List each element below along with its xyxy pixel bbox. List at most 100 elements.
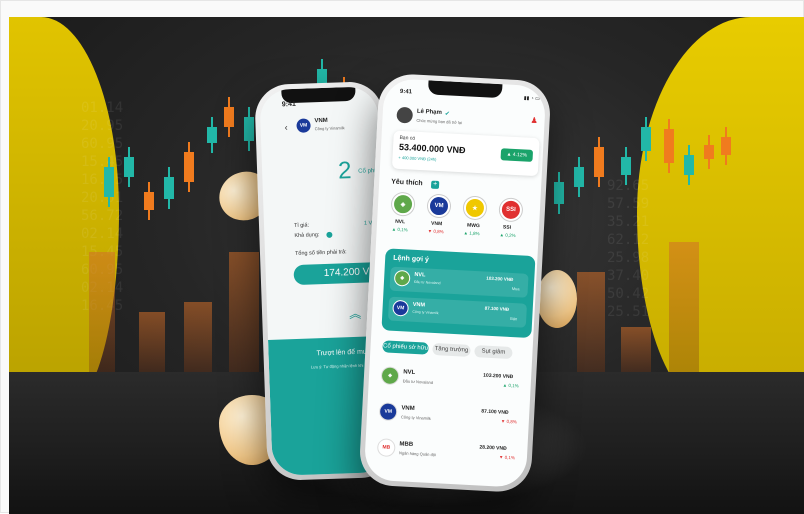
candle (594, 137, 604, 187)
candle (164, 167, 174, 209)
price-label: Tỉ giá: (293, 222, 310, 230)
quantity-value: 2 (337, 157, 352, 185)
favorites-title: Yêu thích (391, 178, 423, 188)
suggest-panel: Lệnh gợi ý ◈ NVL Đầu tư Novaland 103.200… (381, 248, 536, 339)
candle (574, 157, 584, 197)
greeting: Chúc mừng bạn đã trở lại (416, 117, 463, 126)
mbb-logo-icon: MB (376, 438, 396, 458)
holding-change: ▼ 0,8% (500, 418, 517, 425)
company-name: Công ty Vinamilk (314, 125, 345, 132)
background-bar (229, 252, 259, 372)
suggestion-row[interactable]: ◈ NVL Đầu tư Novaland 103.200 VNĐ Mua (389, 266, 529, 298)
holding-code: MBB (399, 441, 414, 449)
favorite-code: MWG (466, 222, 480, 230)
candle (621, 147, 631, 185)
background-bar (577, 272, 605, 372)
status-time: 9:41 (399, 88, 413, 96)
background-bar (621, 327, 651, 372)
balance-change: + 400.000 VNĐ (24h) (398, 154, 437, 162)
info-icon[interactable] (326, 231, 333, 238)
phone-notch (427, 80, 503, 99)
suggestion-row[interactable]: VM VNM Công ty Vinamilk 87.100 VNĐ Bán (387, 296, 528, 328)
favorite-code: NVL (394, 218, 406, 226)
tab-2[interactable]: Sụt giảm (474, 345, 513, 360)
tab-0[interactable]: Cổ phiếu sở hữu (382, 340, 429, 355)
holding-price: 28.200 VNĐ (479, 444, 507, 452)
holding-company: Đầu tư Novaland (402, 378, 434, 385)
vnm-logo-icon: VM (296, 118, 311, 133)
favorite-change: ▲ 0,1% (391, 226, 408, 233)
candle (144, 182, 154, 220)
vnm-logo-icon: VM (378, 402, 398, 422)
bell-icon[interactable]: ♟ (530, 116, 538, 125)
add-favorite-button[interactable]: + (430, 180, 440, 190)
nvl-logo-icon: ◈ (393, 269, 411, 287)
holding-row[interactable]: MB MBB Ngân hàng Quân đội 28.200 VNĐ ▼ 0… (374, 434, 525, 472)
holding-change: ▲ 0,1% (502, 382, 519, 389)
candle (721, 127, 731, 165)
available-label: Khả dụng: (294, 232, 320, 240)
candle (684, 145, 694, 185)
favorite-code: SSI (502, 224, 512, 231)
chevron-up-icon[interactable]: ︽ (349, 305, 362, 322)
holding-code: VNM (401, 405, 415, 413)
holding-company: Ngân hàng Quân đội (398, 450, 437, 458)
favorite-change: ▼ 0,8% (427, 228, 444, 235)
holding-price: 87.100 VNĐ (481, 408, 509, 416)
favorite-ssi-logo-icon[interactable]: SSI (499, 198, 523, 222)
holding-price: 103.200 VNĐ (483, 372, 514, 381)
balance-value: 53.400.000 VNĐ (398, 141, 466, 156)
user-name: Lê Phạm (416, 108, 443, 117)
suggestion-code: NVL (414, 271, 426, 279)
background-numbers-right: 92.65 57.59 35.21 62.12 25.98 37.40 50.42 25… (607, 178, 650, 320)
suggestion-code: VNM (412, 301, 426, 309)
holding-row[interactable]: VM VNM Công ty Vinamilk 87.100 VNĐ ▼ 0,8… (376, 398, 527, 436)
favorite-change: ▲ 0,2% (499, 232, 516, 239)
favorite-nvl-logo-icon[interactable]: ◈ (391, 192, 415, 216)
suggestion-company: Công ty Vinamilk (412, 309, 439, 316)
holding-row[interactable]: ◈ NVL Đầu tư Novaland 103.200 VNĐ ▲ 0,1% (378, 362, 529, 400)
back-chevron-icon[interactable]: ‹ (284, 122, 287, 132)
nvl-logo-icon: ◈ (380, 366, 400, 386)
swipe-text: Trượt lên để mu (316, 348, 367, 358)
holding-change: ▼ 0,1% (498, 454, 516, 461)
favorite-change: ▲ 1,8% (463, 230, 480, 237)
front-phone-screen: 9:41 ▮▮ ◔ ▭ Lê Phạm ✔ Chúc mừng bạn đã t… (363, 78, 547, 488)
candle (244, 107, 254, 151)
suggestion-company: Đầu tư Novaland (413, 279, 441, 286)
tab-1[interactable]: Tăng trưởng (432, 342, 471, 357)
avatar[interactable] (396, 106, 414, 124)
candle (554, 172, 564, 214)
note-text: Lưu ý: Tự động nhận lệnh khi (310, 362, 364, 370)
favorite-vnm-logo-icon[interactable]: VM (427, 194, 451, 218)
quantity-unit: Cổ phi (358, 168, 376, 175)
total-value: 174.200 V (323, 266, 370, 280)
background-bar (139, 312, 165, 372)
front-phone: 9:41 ▮▮ ◔ ▭ Lê Phạm ✔ Chúc mừng bạn đã t… (358, 72, 552, 494)
candle (664, 119, 674, 173)
signal-battery-icon: ▮▮ ◔ ▭ (523, 95, 540, 103)
holding-company: Công ty Vinamilk (400, 414, 431, 421)
candle (184, 142, 194, 192)
stock-app-promo-scene: 01.14 20.95 60.95 15.45 16.45 20.51 56.72 02… (9, 17, 804, 514)
vnm-logo-icon: VM (392, 299, 410, 317)
candle (224, 97, 234, 137)
egg-right (537, 270, 577, 328)
balance-pct-badge: ▲ 4.12% (500, 148, 534, 162)
candle (704, 135, 714, 169)
stock-code: VNM (314, 117, 328, 125)
suggest-title: Lệnh gợi ý (393, 254, 430, 264)
suggestion-price: 103.200 VNĐ (486, 275, 514, 283)
candle (104, 157, 114, 207)
balance-card: Bạn có 53.400.000 VNĐ + 400.000 VNĐ (24h… (391, 130, 540, 177)
status-time: 9:41 (281, 100, 296, 109)
favorite-mwg-logo-icon[interactable]: ★ (463, 196, 487, 220)
suggestion-action: Bán (510, 315, 518, 322)
favorite-code: VNM (430, 220, 443, 228)
image-frame: 01.14 20.95 60.95 15.45 16.45 20.51 56.72 02… (0, 0, 804, 514)
candle (641, 117, 651, 161)
background-bar (669, 242, 699, 372)
verified-icon: ✔ (444, 111, 450, 118)
balance-label: Bạn có (399, 134, 416, 142)
candle (124, 147, 134, 187)
